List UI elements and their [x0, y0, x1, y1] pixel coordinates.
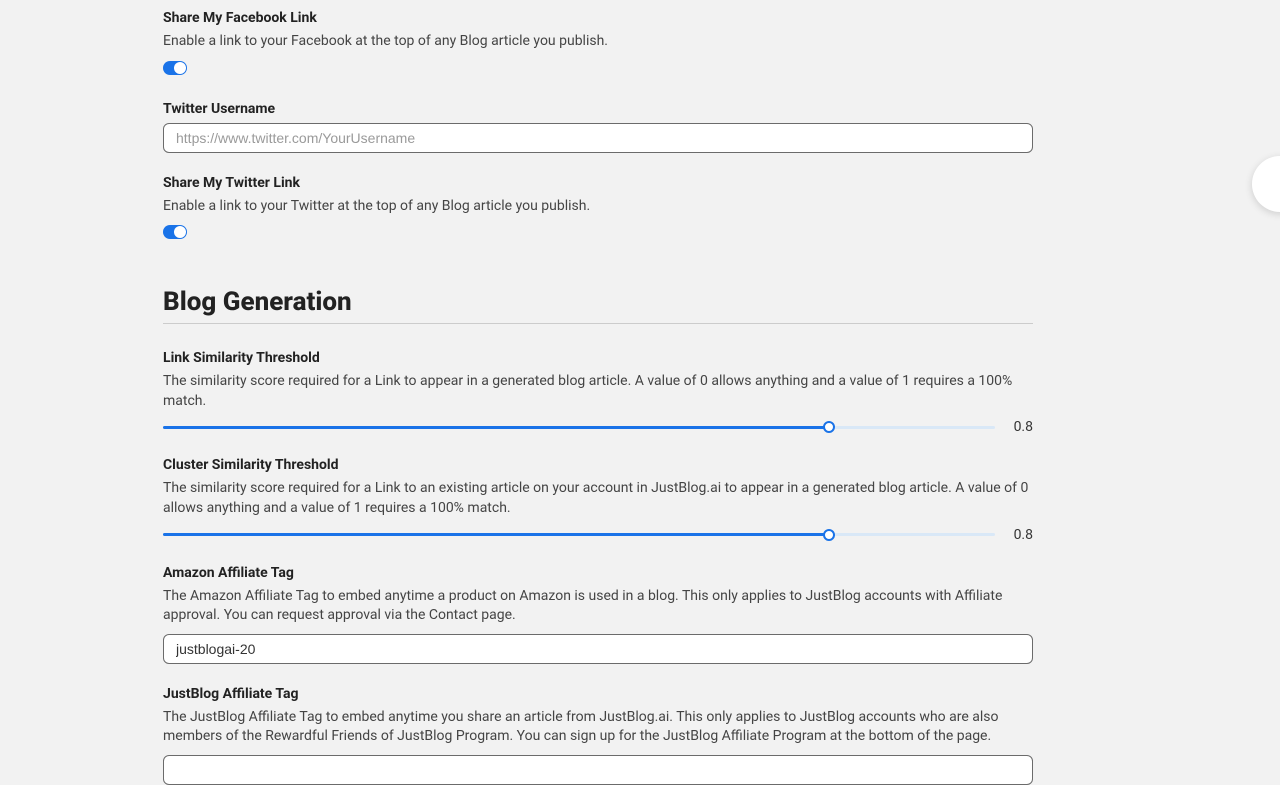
facebook-share-group: Share My Facebook Link Enable a link to … — [163, 10, 1033, 79]
link-threshold-value: 0.8 — [1009, 419, 1033, 435]
chat-bubble-icon[interactable] — [1252, 156, 1280, 212]
link-threshold-label: Link Similarity Threshold — [163, 350, 1033, 366]
facebook-share-label: Share My Facebook Link — [163, 10, 1033, 26]
twitter-username-group: Twitter Username — [163, 101, 1033, 153]
link-threshold-slider[interactable] — [163, 420, 995, 434]
twitter-share-desc: Enable a link to your Twitter at the top… — [163, 197, 1033, 217]
slider-fill — [163, 426, 829, 429]
link-threshold-group: Link Similarity Threshold The similarity… — [163, 350, 1033, 435]
section-divider — [163, 323, 1033, 324]
cluster-threshold-value: 0.8 — [1009, 527, 1033, 543]
facebook-share-toggle[interactable] — [163, 61, 187, 75]
settings-content: Share My Facebook Link Enable a link to … — [163, 0, 1033, 785]
twitter-share-group: Share My Twitter Link Enable a link to y… — [163, 175, 1033, 244]
amazon-tag-desc: The Amazon Affiliate Tag to embed anytim… — [163, 587, 1033, 626]
slider-thumb[interactable] — [823, 421, 835, 433]
slider-thumb[interactable] — [823, 529, 835, 541]
twitter-share-label: Share My Twitter Link — [163, 175, 1033, 191]
amazon-tag-label: Amazon Affiliate Tag — [163, 565, 1033, 581]
amazon-tag-group: Amazon Affiliate Tag The Amazon Affiliat… — [163, 565, 1033, 664]
amazon-tag-input[interactable] — [163, 634, 1033, 664]
justblog-tag-desc: The JustBlog Affiliate Tag to embed anyt… — [163, 708, 1033, 747]
justblog-tag-group: JustBlog Affiliate Tag The JustBlog Affi… — [163, 686, 1033, 785]
cluster-threshold-slider-row: 0.8 — [163, 527, 1033, 543]
twitter-username-label: Twitter Username — [163, 101, 1033, 117]
justblog-tag-input[interactable] — [163, 755, 1033, 785]
justblog-tag-label: JustBlog Affiliate Tag — [163, 686, 1033, 702]
cluster-threshold-slider[interactable] — [163, 528, 995, 542]
twitter-share-toggle[interactable] — [163, 225, 187, 239]
blog-generation-heading: Blog Generation — [163, 287, 1033, 317]
cluster-threshold-group: Cluster Similarity Threshold The similar… — [163, 457, 1033, 542]
facebook-share-desc: Enable a link to your Facebook at the to… — [163, 32, 1033, 52]
cluster-threshold-desc: The similarity score required for a Link… — [163, 479, 1033, 518]
link-threshold-desc: The similarity score required for a Link… — [163, 372, 1033, 411]
twitter-username-input[interactable] — [163, 123, 1033, 153]
cluster-threshold-label: Cluster Similarity Threshold — [163, 457, 1033, 473]
slider-fill — [163, 533, 829, 536]
link-threshold-slider-row: 0.8 — [163, 419, 1033, 435]
